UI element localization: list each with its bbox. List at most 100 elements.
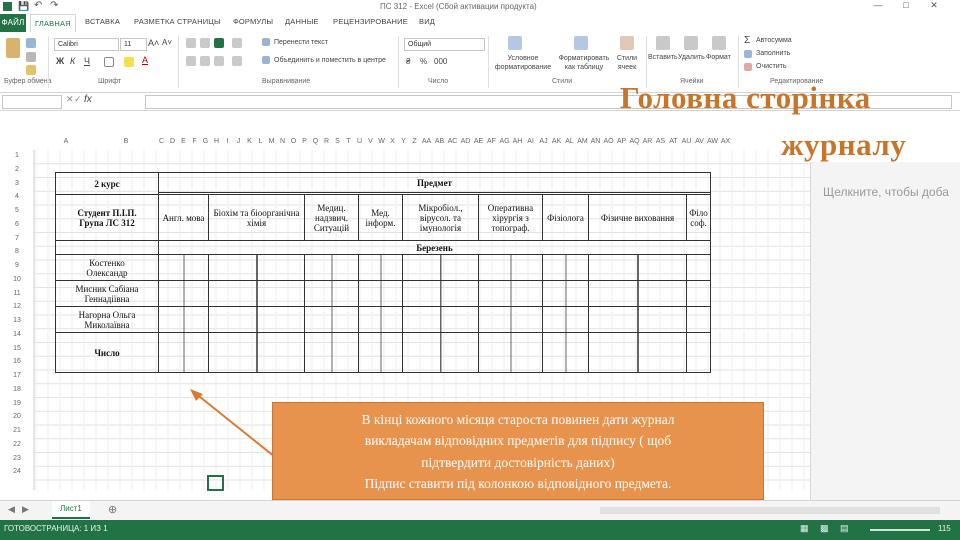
close-icon[interactable]: ✕ [920, 0, 948, 11]
row-header[interactable]: 11 [0, 290, 34, 297]
column-header[interactable]: AT [667, 138, 680, 145]
column-header[interactable]: D [167, 138, 178, 145]
column-header[interactable]: AB [433, 138, 446, 145]
column-header[interactable]: P [299, 138, 310, 145]
grow-font-icon[interactable]: A˄ [148, 38, 159, 48]
next-sheet-icon[interactable]: ▶ [22, 504, 29, 515]
column-header[interactable]: J [233, 138, 244, 145]
name-box[interactable] [2, 95, 62, 109]
clear-icon[interactable] [744, 63, 752, 71]
row-header[interactable]: 8 [0, 248, 34, 255]
align-top-icon[interactable] [186, 38, 196, 48]
column-header[interactable]: AN [589, 138, 602, 145]
column-header[interactable]: AP [615, 138, 628, 145]
row-header[interactable]: 5 [0, 207, 34, 214]
cond-format-button[interactable]: Условное форматирование [492, 54, 554, 72]
column-header[interactable]: E [178, 138, 189, 145]
column-header[interactable]: AV [693, 138, 706, 145]
save-icon[interactable]: 💾 [18, 1, 29, 12]
row-header[interactable]: 2 [0, 166, 34, 173]
column-header[interactable]: F [189, 138, 200, 145]
borders-icon[interactable] [104, 57, 114, 67]
zoom-slider[interactable] [870, 529, 930, 531]
column-header[interactable]: AJ [537, 138, 550, 145]
font-size-combo[interactable]: 11 [120, 38, 147, 51]
fill-icon[interactable] [744, 50, 752, 58]
column-header[interactable]: AC [446, 138, 459, 145]
bold-icon[interactable]: Ж [56, 56, 64, 66]
row-header[interactable]: 21 [0, 427, 34, 434]
merge-icon[interactable] [262, 56, 270, 64]
column-header[interactable]: AD [459, 138, 472, 145]
tab-file[interactable]: ФАЙЛ [0, 14, 26, 32]
cell-styles-icon[interactable] [620, 36, 634, 50]
row-header[interactable]: 22 [0, 441, 34, 448]
copy-icon[interactable] [26, 52, 36, 62]
row-header[interactable]: 6 [0, 221, 34, 228]
delete-cells-button[interactable]: Удалить [678, 54, 705, 61]
sheet-tab-1[interactable]: Лист1 [52, 501, 90, 519]
clear-button[interactable]: Очистить [756, 63, 786, 70]
shrink-font-icon[interactable]: A˅ [162, 38, 172, 47]
minimize-icon[interactable]: — [864, 0, 892, 10]
row-header[interactable]: 17 [0, 372, 34, 379]
tab-review[interactable]: РЕЦЕНЗИРОВАНИЕ [333, 17, 408, 26]
column-header[interactable]: AI [524, 138, 537, 145]
autosum-button[interactable]: Автосумма [756, 37, 792, 44]
column-header[interactable]: T [343, 138, 354, 145]
column-header[interactable]: L [255, 138, 266, 145]
align-bottom-icon[interactable] [214, 38, 224, 48]
format-painter-icon[interactable] [26, 65, 36, 75]
row-header[interactable]: 1 [0, 152, 34, 159]
paste-icon[interactable] [6, 38, 20, 58]
insert-function-icon[interactable]: fx [84, 94, 92, 105]
active-cell[interactable] [207, 475, 224, 491]
column-header[interactable]: Y [398, 138, 409, 145]
undo-icon[interactable]: ↶ [34, 0, 42, 11]
column-header[interactable]: AA [420, 138, 433, 145]
column-header[interactable]: AO [602, 138, 615, 145]
column-header[interactable]: V [365, 138, 376, 145]
cancel-formula-icon[interactable]: ✕ [66, 94, 74, 105]
format-table-button[interactable]: Форматировать как таблицу [558, 54, 610, 72]
horizontal-scrollbar[interactable] [600, 507, 940, 514]
normal-view-icon[interactable]: ▦ [800, 523, 809, 534]
row-header[interactable]: 10 [0, 276, 34, 283]
column-header[interactable]: AE [472, 138, 485, 145]
tab-formulas[interactable]: ФОРМУЛЫ [233, 17, 273, 26]
italic-icon[interactable]: К [70, 56, 75, 66]
fill-button[interactable]: Заполнить [756, 50, 790, 57]
number-format-combo[interactable]: Общий [404, 38, 485, 51]
wrap-text-button[interactable]: Перенести текст [274, 39, 328, 46]
row-header[interactable]: 19 [0, 400, 34, 407]
tab-insert[interactable]: ВСТАВКА [85, 17, 120, 26]
underline-icon[interactable]: Ч [84, 56, 90, 66]
fill-color-icon[interactable] [124, 57, 134, 67]
prev-sheet-icon[interactable]: ◀ [8, 504, 15, 515]
column-header[interactable]: W [376, 138, 387, 145]
column-header[interactable]: O [288, 138, 299, 145]
column-header[interactable]: Q [310, 138, 321, 145]
column-header[interactable]: N [277, 138, 288, 145]
column-header[interactable]: K [244, 138, 255, 145]
column-header[interactable]: H [211, 138, 222, 145]
row-header[interactable]: 13 [0, 317, 34, 324]
column-header[interactable]: I [222, 138, 233, 145]
font-color-icon[interactable]: А [142, 55, 148, 65]
merge-button[interactable]: Объединить и поместить в центре [274, 57, 386, 64]
orientation-icon[interactable] [232, 38, 242, 48]
tab-view[interactable]: ВИД [419, 17, 435, 26]
row-header[interactable]: 24 [0, 468, 34, 475]
page-layout-view-icon[interactable]: ▩ [820, 523, 829, 534]
column-header[interactable]: AW [706, 138, 719, 145]
autosum-icon[interactable]: Σ [744, 35, 750, 46]
column-header[interactable]: AX [719, 138, 732, 145]
row-header[interactable]: 18 [0, 386, 34, 393]
column-header[interactable]: U [354, 138, 365, 145]
column-header[interactable]: AH [511, 138, 524, 145]
insert-cells-icon[interactable] [656, 36, 670, 50]
align-right-icon[interactable] [214, 56, 224, 66]
column-header[interactable]: AF [485, 138, 498, 145]
format-cells-button[interactable]: Формат [706, 54, 731, 61]
column-header[interactable]: AK [550, 138, 563, 145]
